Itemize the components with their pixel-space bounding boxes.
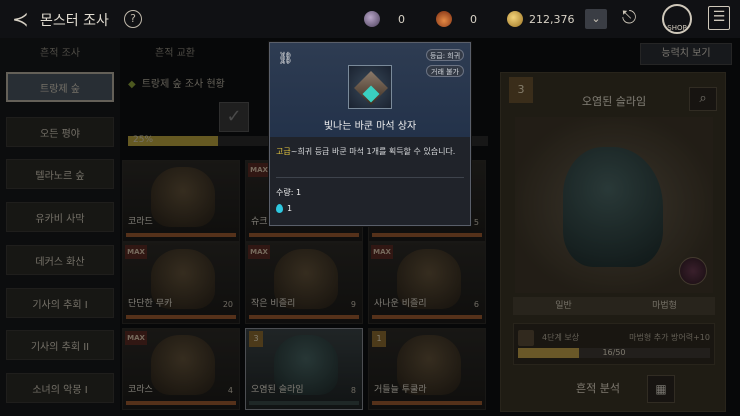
item-icon	[348, 65, 392, 109]
trade-badge: 거래 불가	[426, 65, 464, 77]
gold-coin-icon	[507, 11, 523, 27]
help-icon[interactable]: ?	[124, 10, 142, 28]
grade-badge: 등급: 희귀	[426, 49, 464, 61]
menu-icon[interactable]: ☰	[708, 6, 730, 30]
item-name: 빛나는 바쿤 마석 상자	[323, 121, 417, 132]
back-icon[interactable]: ≺	[12, 7, 29, 31]
currency-moon: 0	[364, 9, 405, 29]
item-description: 고급~희귀 등급 바쿤 마석 1개를 획득할 수 있습니다.	[276, 145, 466, 158]
page-title: 몬스터 조사	[40, 13, 109, 29]
desc-highlight: 고급	[276, 147, 291, 156]
currency-value: 0	[398, 12, 405, 26]
owned-count: 1	[276, 204, 292, 213]
currency-fire: 0	[436, 9, 477, 29]
top-bar: ≺ 몬스터 조사 ? 0 0 212,376 ⌄ ⎋ SHOP ☰	[0, 0, 740, 38]
link-icon[interactable]: ⛓	[278, 51, 293, 65]
shop-button[interactable]: SHOP	[662, 4, 692, 34]
item-quantity: 수량: 1	[276, 188, 302, 197]
owned-value: 1	[287, 204, 293, 213]
exit-door-icon[interactable]: ⎋	[622, 7, 644, 31]
droplet-icon	[276, 204, 283, 213]
desc-text: ~희귀 등급 바쿤 마석 1개를 획득할 수 있습니다.	[290, 147, 456, 156]
tooltip-header: ⛓ 등급: 희귀 거래 불가 빛나는 바쿤 마석 상자	[270, 43, 470, 137]
moon-crystal-icon	[364, 11, 380, 27]
divider	[276, 177, 464, 178]
currency-value: 0	[470, 12, 477, 26]
currency-value: 212,376	[529, 12, 575, 26]
currency-dropdown-button[interactable]: ⌄	[585, 9, 607, 29]
fire-gem-icon	[436, 11, 452, 27]
item-tooltip: ⛓ 등급: 희귀 거래 불가 빛나는 바쿤 마석 상자 고급~희귀 등급 바쿤 …	[269, 42, 471, 226]
currency-gold: 212,376	[507, 9, 575, 29]
